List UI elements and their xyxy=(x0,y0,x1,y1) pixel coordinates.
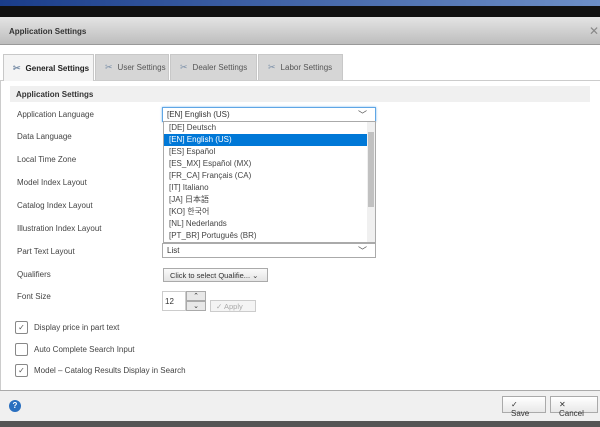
help-icon[interactable]: ? xyxy=(9,400,21,412)
tools-icon: ✂ xyxy=(180,62,188,72)
cancel-label: Cancel xyxy=(559,409,584,418)
cancel-button[interactable]: ✕ Cancel xyxy=(550,396,598,418)
tab-general-settings[interactable]: ✂ General Settings xyxy=(3,54,94,81)
checkbox-auto-complete[interactable] xyxy=(15,343,28,356)
checkbox-label: Auto Complete Search Input xyxy=(34,345,135,354)
checkbox-label: Display price in part text xyxy=(34,323,120,332)
font-size-label: Font Size xyxy=(17,292,51,301)
tab-dealer-settings[interactable]: ✂ Dealer Settings xyxy=(170,54,257,80)
option[interactable]: [ES] Español xyxy=(164,146,368,158)
qualifiers-button-label: Click to select Qualifie... xyxy=(170,271,251,280)
background-app xyxy=(0,421,600,427)
catalog-index-label: Catalog Index Layout xyxy=(17,201,93,210)
model-index-label: Model Index Layout xyxy=(17,178,87,187)
save-button[interactable]: ✓ Save xyxy=(502,396,546,418)
scrollbar-thumb[interactable] xyxy=(368,132,374,207)
part-text-select[interactable]: List ﹀ xyxy=(162,243,376,258)
option[interactable]: [ES_MX] Español (MX) xyxy=(164,158,368,170)
tab-user-settings[interactable]: ✂ User Settings xyxy=(95,54,169,80)
option[interactable]: [JA] 日本語 xyxy=(164,194,368,206)
tools-icon: ✂ xyxy=(105,62,113,72)
chevron-down-icon: ⌄ xyxy=(252,271,259,280)
increment-button[interactable]: ⌃ xyxy=(186,291,206,301)
chevron-down-icon: ﹀ xyxy=(357,110,367,120)
checkbox-label: Model – Catalog Results Display in Searc… xyxy=(34,366,186,375)
apply-label: Apply xyxy=(223,302,243,311)
tab-label: Dealer Settings xyxy=(192,63,248,72)
data-language-label: Data Language xyxy=(17,132,72,141)
selected-value: List xyxy=(167,246,180,255)
illustration-index-label: Illustration Index Layout xyxy=(17,224,102,233)
dialog-header xyxy=(0,17,600,45)
checkbox-display-price[interactable]: ✓ xyxy=(15,321,28,334)
app-language-label: Application Language xyxy=(17,110,94,119)
option[interactable]: [FR_CA] Français (CA) xyxy=(164,170,368,182)
qualifiers-button[interactable]: Click to select Qualifie... ⌄ xyxy=(163,268,268,282)
app-language-dropdown[interactable]: [DE] Deutsch [EN] English (US) [ES] Espa… xyxy=(163,121,376,243)
checkbox-model-catalog[interactable]: ✓ xyxy=(15,364,28,377)
tab-label: User Settings xyxy=(117,63,166,72)
tab-label: Labor Settings xyxy=(280,63,333,72)
part-text-label: Part Text Layout xyxy=(17,247,75,256)
tools-icon: ✂ xyxy=(13,62,21,73)
scrollbar[interactable] xyxy=(367,122,375,242)
tools-icon: ✂ xyxy=(268,62,276,72)
option-selected[interactable]: [EN] English (US) xyxy=(164,134,368,146)
option[interactable]: [DE] Deutsch xyxy=(164,122,368,134)
option[interactable]: [PT_BR] Português (BR) xyxy=(164,230,368,242)
selected-value: [EN] English (US) xyxy=(167,110,230,119)
tab-label: General Settings xyxy=(25,63,90,73)
decrement-button[interactable]: ⌄ xyxy=(186,301,206,311)
font-size-input[interactable]: 12 xyxy=(162,291,186,311)
qualifiers-label: Qualifiers xyxy=(17,270,51,279)
option[interactable]: [NL] Nederlands xyxy=(164,218,368,230)
chevron-down-icon: ﹀ xyxy=(357,246,367,256)
time-zone-label: Local Time Zone xyxy=(17,155,77,164)
tab-labor-settings[interactable]: ✂ Labor Settings xyxy=(258,54,343,80)
close-icon[interactable]: ✕ xyxy=(589,24,599,38)
section-header: Application Settings xyxy=(10,86,590,102)
dialog-title: Application Settings xyxy=(9,27,87,36)
app-language-select[interactable]: [EN] English (US) ﹀ xyxy=(162,107,376,122)
save-label: Save xyxy=(511,409,530,418)
option[interactable]: [IT] Italiano xyxy=(164,182,368,194)
option[interactable]: [KO] 한국어 xyxy=(164,206,368,218)
apply-button[interactable]: ✓ Apply xyxy=(210,300,256,312)
